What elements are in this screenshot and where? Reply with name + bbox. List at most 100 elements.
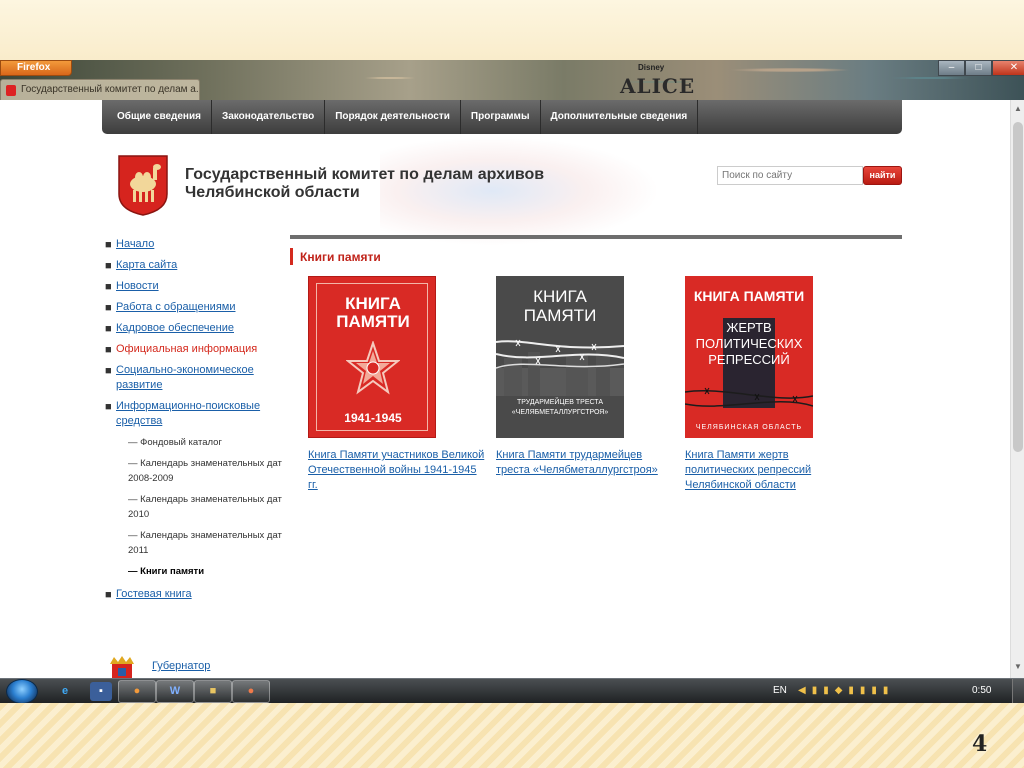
word-icon: W — [169, 685, 181, 697]
sidebar-link-search-tools[interactable]: Информационно-поисковые средства — [116, 400, 260, 427]
clock[interactable]: 0:50 — [972, 685, 991, 696]
cover-title: КНИГА ПАМЯТИ — [693, 288, 805, 304]
sidebar-link-staffing[interactable]: Кадровое обеспечение — [116, 322, 234, 334]
sub-item-calendar-2010[interactable]: — Календарь знаменательных дат 2010 — [128, 492, 284, 522]
theme-logo-top: Disney — [638, 63, 665, 72]
bullet-icon: ■ — [105, 401, 112, 413]
sidebar-item: ■ Социально-экономическое развитие — [104, 363, 284, 393]
bullet-icon: ■ — [105, 344, 112, 356]
browser-tab[interactable]: Государственный комитет по делам а... — [0, 79, 200, 100]
show-desktop-button[interactable] — [1012, 679, 1024, 703]
sidebar-item: ■ Новости — [104, 279, 284, 294]
web-page: Общие сведения Законодательство Порядок … — [0, 100, 1010, 678]
sub-item-calendar-2008[interactable]: — Календарь знаменательных дат 2008-2009 — [128, 456, 284, 486]
nav-item-general[interactable]: Общие сведения — [102, 100, 212, 134]
explorer-taskbar-button[interactable]: ■ — [194, 680, 232, 703]
window-controls: – □ ✕ — [938, 60, 1024, 76]
cover-subtitle-line2: ПОЛИТИЧЕСКИХ — [695, 336, 803, 351]
sidebar-item: ■ Официальная информация — [104, 342, 284, 357]
sidebar-item: ■ Карта сайта — [104, 258, 284, 273]
book-cover-repressions[interactable]: КНИГА ПАМЯТИ ЖЕРТВ ПОЛИТИЧЕСКИХ РЕПРЕССИ… — [685, 276, 813, 438]
search-button[interactable]: найти — [863, 166, 902, 185]
theme-logo: ALICE — [620, 74, 696, 98]
favicon-icon — [6, 85, 16, 96]
windows-taskbar: e ▪ ● W ■ ● EN ◀▮▮◆▮▮▮▮ 0:50 — [0, 678, 1024, 703]
bullet-icon: ■ — [105, 281, 112, 293]
media-icon[interactable]: ▪ — [90, 682, 112, 701]
powerpoint-taskbar-button[interactable]: ● — [232, 680, 270, 703]
screenshot: Firefox Государственный комитет по делам… — [0, 60, 1024, 703]
cover-subtitle-line1: ЖЕРТВ — [726, 320, 772, 335]
book-link-repressions[interactable]: Книга Памяти жертв политических репресси… — [685, 448, 835, 493]
vertical-scrollbar[interactable]: ▲ ▼ — [1010, 100, 1024, 678]
bullet-icon: ■ — [105, 260, 112, 272]
book-link-wwii[interactable]: Книга Памяти участников Великой Отечеств… — [308, 448, 488, 493]
scroll-thumb[interactable] — [1013, 122, 1023, 452]
slide-top-band — [0, 0, 1024, 60]
book-link-labor-army[interactable]: Книга Памяти трудармейцев треста «Челябм… — [496, 448, 676, 478]
nav-item-legislation[interactable]: Законодательство — [212, 100, 326, 134]
barbed-wire-icon — [685, 387, 813, 407]
sidebar-link-home[interactable]: Начало — [116, 238, 154, 250]
order-star-icon — [346, 341, 400, 395]
scroll-down-icon[interactable]: ▼ — [1014, 662, 1022, 671]
firefox-taskbar-button[interactable]: ● — [118, 680, 156, 703]
governor-crest-icon — [110, 656, 134, 678]
minimize-button[interactable]: – — [938, 60, 965, 76]
sidebar-sublist: — Фондовый каталог — Календарь знаменате… — [128, 435, 284, 579]
firefox-icon: ● — [133, 685, 141, 697]
nav-item-programs[interactable]: Программы — [461, 100, 541, 134]
sidebar-item: ■ Информационно-поисковые средства — [104, 399, 284, 429]
bullet-icon: ■ — [105, 302, 112, 314]
sidebar-link-socioeconomic[interactable]: Социально-экономическое развитие — [116, 364, 254, 391]
section-marker — [290, 248, 293, 265]
main-nav: Общие сведения Законодательство Порядок … — [102, 100, 902, 134]
ie-icon[interactable]: e — [54, 682, 76, 701]
cover-subtitle-line2: «ЧЕЛЯБМЕТАЛЛУРГСТРОЯ» — [511, 409, 609, 416]
cover-title-line2: ПАМЯТИ — [523, 306, 597, 325]
cover-subtitle-line3: РЕПРЕССИЙ — [708, 352, 790, 367]
tab-title: Государственный комитет по делам а... — [21, 84, 200, 95]
sidebar-link-guestbook[interactable]: Гостевая книга — [116, 588, 192, 600]
sidebar-link-news[interactable]: Новости — [116, 280, 159, 292]
sidebar-item: ■ Начало — [104, 237, 284, 252]
firefox-menu-button[interactable]: Firefox — [0, 60, 72, 76]
sidebar-link-official-info[interactable]: Официальная информация — [116, 343, 257, 355]
sidebar-link-sitemap[interactable]: Карта сайта — [116, 259, 177, 271]
bullet-icon: ■ — [105, 239, 112, 251]
search-input[interactable] — [717, 166, 863, 185]
start-button[interactable] — [6, 679, 38, 703]
nav-item-additional[interactable]: Дополнительные сведения — [541, 100, 699, 134]
cover-region: ЧЕЛЯБИНСКАЯ ОБЛАСТЬ — [695, 424, 803, 431]
site-title-line1: Государственный комитет по делам архивов — [185, 166, 545, 183]
bullet-icon: ■ — [105, 323, 112, 335]
sub-item-calendar-2011[interactable]: — Календарь знаменательных дат 2011 — [128, 528, 284, 558]
sub-item-fund-catalog[interactable]: — Фондовый каталог — [128, 435, 284, 450]
cover-subtitle-line1: ТРУДАРМЕЙЦЕВ ТРЕСТА — [516, 399, 604, 406]
book-cover-wwii[interactable]: КНИГА ПАМЯТИ 1941-1945 — [308, 276, 436, 438]
cover-subtitle: ТРУДАРМЕЙЦЕВ ТРЕСТА «ЧЕЛЯБМЕТАЛЛУРГСТРОЯ… — [496, 398, 624, 418]
book-cover-labor-army[interactable]: КНИГА ПАМЯТИ ТРУДАРМЕЙЦЕВ ТРЕСТА «ЧЕЛЯБМ… — [496, 276, 624, 438]
content-divider — [290, 235, 902, 239]
governor-link[interactable]: Губернатор — [152, 660, 210, 672]
chelyabinsk-emblem-icon — [118, 155, 168, 216]
slide-bottom-band — [0, 703, 1024, 768]
barbed-wire-icon — [496, 339, 624, 396]
sidebar-link-appeals[interactable]: Работа с обращениями — [116, 301, 236, 313]
scroll-up-icon[interactable]: ▲ — [1014, 104, 1022, 113]
cover-years: 1941-1945 — [344, 411, 402, 425]
tray-icons[interactable]: ◀▮▮◆▮▮▮▮ — [798, 685, 894, 696]
sidebar-item: ■ Кадровое обеспечение — [104, 321, 284, 336]
sidebar-menu: ■ Начало ■ Карта сайта ■ Новости ■ Работа с … — [104, 237, 284, 608]
sub-item-memory-books[interactable]: — Книги памяти — [128, 564, 284, 579]
nav-item-procedure[interactable]: Порядок деятельности — [325, 100, 461, 134]
site-title-line2: Челябинской области — [185, 184, 360, 201]
word-taskbar-button[interactable]: W — [156, 680, 194, 703]
powerpoint-icon: ● — [247, 685, 255, 697]
close-button[interactable]: ✕ — [992, 60, 1024, 76]
maximize-button[interactable]: □ — [965, 60, 992, 76]
bullet-icon: ■ — [105, 365, 112, 377]
cover-title-line1: КНИГА — [345, 294, 401, 313]
language-indicator[interactable]: EN — [773, 685, 787, 696]
cover-title-line1: КНИГА — [533, 287, 587, 306]
